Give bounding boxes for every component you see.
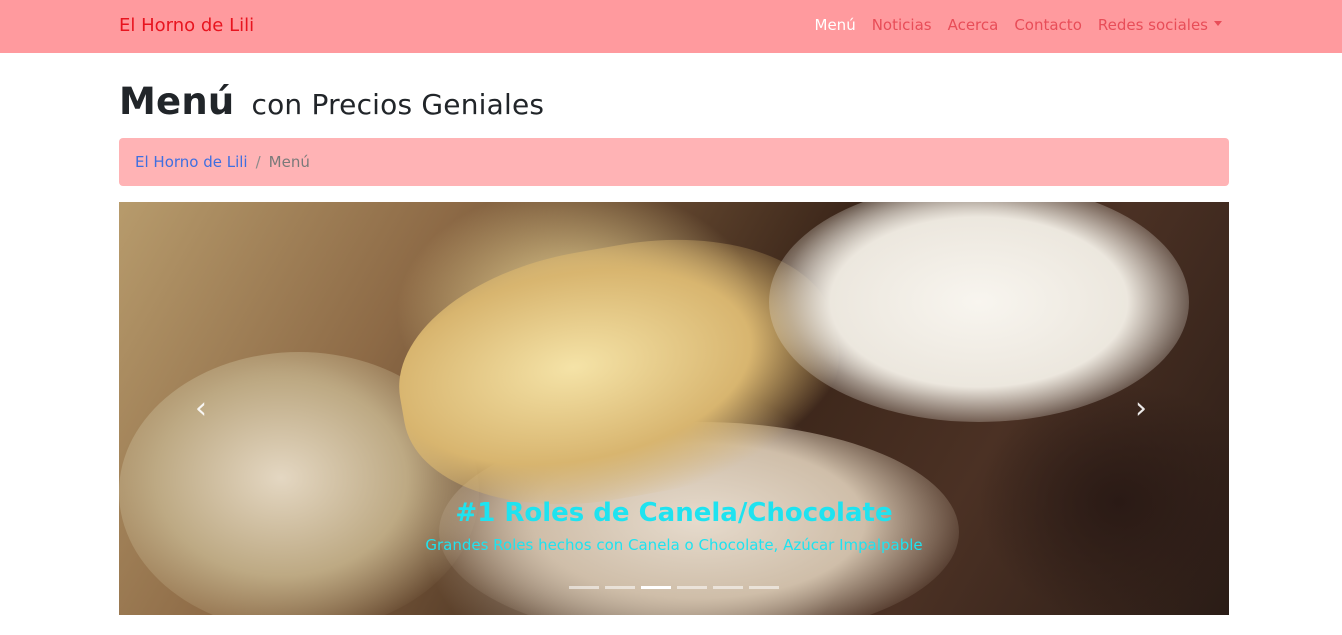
carousel-indicator[interactable] (569, 586, 599, 589)
carousel-indicator[interactable] (641, 586, 671, 589)
slide-image-part (769, 202, 1189, 422)
carousel-next-button[interactable]: › (1129, 394, 1153, 424)
page-title-main: Menú (119, 80, 235, 123)
page-title: Menú con Precios Geniales (119, 80, 544, 123)
nav-item-acerca[interactable]: Acerca (948, 16, 999, 34)
carousel-caption: #1 Roles de Canela/Chocolate Grandes Rol… (119, 498, 1229, 554)
chevron-left-icon: ‹ (195, 391, 207, 426)
carousel: ‹ › #1 Roles de Canela/Chocolate Grandes… (119, 202, 1229, 615)
caret-down-icon (1214, 21, 1222, 26)
chevron-right-icon: › (1135, 391, 1147, 426)
carousel-indicator[interactable] (749, 586, 779, 589)
brand-link[interactable]: El Horno de Lili (119, 15, 254, 36)
nav-item-contacto[interactable]: Contacto (1014, 16, 1082, 34)
caption-title: #1 Roles de Canela/Chocolate (455, 498, 893, 528)
carousel-indicators (569, 586, 779, 589)
caption-text: Grandes Roles hechos con Canela o Chocol… (425, 536, 923, 554)
breadcrumb-home-link[interactable]: El Horno de Lili (135, 153, 248, 171)
navbar: El Horno de Lili Menú Noticias Acerca Co… (0, 0, 1342, 53)
breadcrumb-separator: / (255, 153, 261, 171)
nav-item-redes-sociales[interactable]: Redes sociales (1098, 16, 1222, 34)
nav-item-noticias[interactable]: Noticias (872, 16, 932, 34)
nav-item-redes-sociales-label: Redes sociales (1097, 16, 1208, 34)
nav-item-menu[interactable]: Menú (815, 16, 856, 34)
carousel-indicator[interactable] (713, 586, 743, 589)
nav-menu: Menú Noticias Acerca Contacto Redes soci… (815, 16, 1222, 34)
carousel-indicator[interactable] (677, 586, 707, 589)
carousel-indicator[interactable] (605, 586, 635, 589)
breadcrumb-current: Menú (268, 153, 310, 171)
page-subtitle: con Precios Geniales (251, 88, 545, 121)
breadcrumb: El Horno de Lili / Menú (119, 138, 1229, 186)
carousel-prev-button[interactable]: ‹ (189, 394, 213, 424)
